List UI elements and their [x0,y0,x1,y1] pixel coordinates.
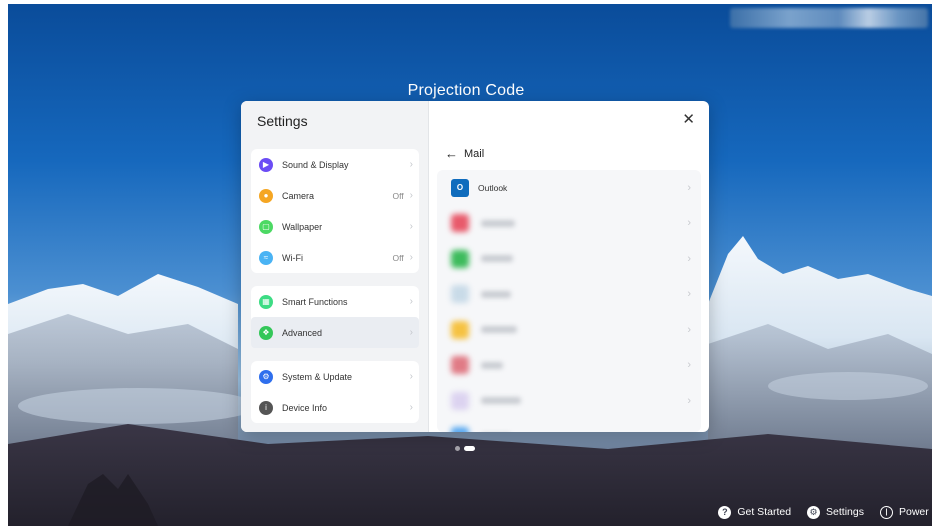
bottom-bar: ? Get Started ⚙ Settings | Power [702,503,932,521]
sidebar-item-label: System & Update [282,371,353,382]
blurred-app-icon [451,356,469,375]
chevron-right-icon: › [687,288,691,301]
sidebar-item-camera[interactable]: ● Camera Off › [251,180,419,211]
page-dot-active[interactable] [464,446,475,451]
chevron-right-icon: › [409,190,413,201]
sidebar-item-label: Camera [282,190,315,201]
mail-app-list: O Outlook › › › › › › › [437,170,701,432]
blurred-app-icon [451,320,469,339]
camera-status: Off [392,190,404,201]
chevron-right-icon: › [687,394,691,407]
back-arrow-icon: ← [445,146,458,161]
sidebar-item-sound-display[interactable]: ▶ Sound & Display › [251,149,419,180]
info-icon: i [259,400,273,415]
page-dot[interactable] [455,446,460,451]
wallpaper-icon: ▢ [259,219,273,234]
blurred-app-label [481,397,521,405]
sidebar-item-wifi[interactable]: ≈ Wi-Fi Off › [251,242,419,273]
chevron-right-icon: › [409,159,413,170]
wifi-icon: ≈ [259,250,273,265]
settings-title: Settings [257,113,308,129]
blurred-app-icon [451,214,469,233]
chevron-right-icon: › [409,371,413,382]
sidebar-item-label: Wi-Fi [282,252,303,263]
blurred-app-label [481,290,511,298]
settings-sidebar: Settings ▶ Sound & Display › ● Camera Of… [241,101,428,432]
sidebar-item-label: Smart Functions [282,296,348,307]
page-indicator [455,446,475,451]
back-button[interactable]: ← Mail [445,146,484,161]
chevron-right-icon: › [409,252,413,263]
mail-app-label: Outlook [478,182,508,193]
settings-button[interactable]: ⚙ Settings [807,505,864,519]
sidebar-item-device-info[interactable]: i Device Info › [251,392,419,423]
mail-app-blurred[interactable]: › [437,348,701,384]
blurred-app-label [481,219,515,227]
chevron-right-icon: › [409,296,413,307]
settings-label: Settings [826,506,864,518]
system-update-icon: ⚙ [259,369,273,384]
chevron-right-icon: › [687,359,691,372]
close-icon[interactable]: ✕ [682,110,695,128]
mail-detail-pane: ✕ ← Mail O Outlook › › › › › › › [429,101,709,432]
outlook-icon: O [451,178,469,197]
blurred-app-icon [451,427,469,432]
settings-group-2: ▦ Smart Functions › ❖ Advanced › [251,286,419,348]
sidebar-item-label: Device Info [282,402,328,413]
chevron-right-icon: › [409,327,413,338]
sidebar-item-label: Sound & Display [282,159,349,170]
camera-icon: ● [259,188,273,203]
chevron-right-icon: › [687,217,691,230]
sidebar-item-label: Advanced [282,327,323,338]
settings-dialog: Settings ▶ Sound & Display › ● Camera Of… [241,101,709,432]
mail-app-blurred[interactable]: › [437,206,701,242]
sidebar-item-advanced[interactable]: ❖ Advanced › [251,317,419,348]
wifi-status: Off [392,252,404,263]
blurred-header-info [730,8,928,28]
power-label: Power [899,506,929,518]
chevron-right-icon: › [687,323,691,336]
blurred-app-icon [451,285,469,304]
chevron-right-icon: › [687,252,691,265]
chevron-right-icon: › [687,181,691,194]
get-started-button[interactable]: ? Get Started [718,505,792,519]
sidebar-item-label: Wallpaper [282,221,323,232]
sidebar-item-system-update[interactable]: ⚙ System & Update › [251,361,419,392]
smart-functions-icon: ▦ [259,294,273,309]
power-button[interactable]: | Power [880,505,932,519]
mail-app-blurred[interactable] [437,419,701,432]
sidebar-item-wallpaper[interactable]: ▢ Wallpaper › [251,211,419,242]
screen-left-edge [0,0,8,526]
power-icon: | [880,505,893,519]
mail-heading: Mail [464,147,485,160]
help-icon: ? [718,505,732,519]
blurred-app-label [481,326,517,334]
mail-app-blurred[interactable]: › [437,312,701,348]
blurred-app-icon [451,391,469,410]
blurred-app-icon [451,249,469,268]
mail-app-blurred[interactable]: › [437,383,701,419]
settings-group-3: ⚙ System & Update › i Device Info › [251,361,419,423]
sound-icon: ▶ [259,157,273,172]
mail-app-blurred[interactable]: › [437,241,701,277]
chevron-right-icon: › [409,402,413,413]
settings-group-1: ▶ Sound & Display › ● Camera Off › ▢ Wal… [251,149,419,273]
advanced-icon: ❖ [259,325,273,340]
mail-app-outlook[interactable]: O Outlook › [437,170,701,206]
projection-code-title: Projection Code [407,82,525,99]
mail-app-blurred[interactable]: › [437,277,701,313]
gear-icon: ⚙ [807,505,821,519]
chevron-right-icon: › [409,221,413,232]
sidebar-item-smart-functions[interactable]: ▦ Smart Functions › [251,286,419,317]
get-started-label: Get Started [737,506,792,518]
blurred-app-label [481,361,503,369]
blurred-app-label [481,255,513,263]
